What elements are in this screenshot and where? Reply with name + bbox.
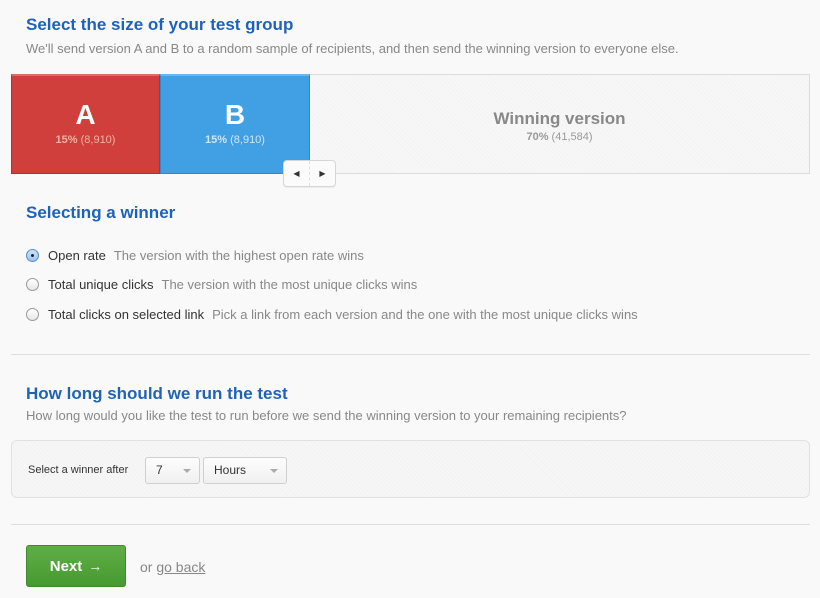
next-button[interactable]: Next → [26,545,126,587]
winning-version-size: 70% (41,584) [526,131,593,143]
option-description: The version with the highest open rate w… [113,248,364,263]
decrease-arrow-icon[interactable]: ◀ [284,161,310,186]
radio-button[interactable] [26,249,39,262]
version-b-size: 15% (8,910) [205,134,265,146]
duration-title: How long should we run the test [26,384,288,403]
test-group-split-bar: A 15% (8,910) B 15% (8,910) Winning vers… [11,74,810,174]
radio-button[interactable] [26,278,39,291]
duration-unit-select[interactable]: Hours [203,457,287,484]
winning-version-label: Winning version [493,109,626,128]
chevron-down-icon [183,469,191,473]
duration-amount-value: 7 [156,463,163,477]
option-description: Pick a link from each version and the on… [212,307,638,322]
test-group-title: Select the size of your test group [26,15,294,34]
arrow-right-icon: → [88,558,103,574]
duration-unit-value: Hours [214,463,247,477]
duration-amount-select[interactable]: 7 [145,457,200,484]
next-button-label: Next [49,557,83,575]
split-resize-handle[interactable]: ◀ ▶ [283,160,336,187]
selecting-winner-title: Selecting a winner [26,203,176,222]
winner-option-selected-link[interactable]: Total clicks on selected link Pick a lin… [26,307,638,322]
version-b-letter: B [224,99,246,130]
version-a-letter: A [75,99,96,130]
winning-version-segment: Winning version 70% (41,584) [310,75,809,173]
winner-option-open-rate[interactable]: Open rate The version with the highest o… [26,248,364,263]
version-a-segment: A 15% (8,910) [11,74,160,174]
option-label[interactable]: Total unique clicks [48,277,154,292]
version-b-segment: B 15% (8,910) [160,74,310,174]
footer-divider [11,524,810,525]
version-a-size: 15% (8,910) [55,134,116,146]
duration-subtitle: How long would you like the test to run … [26,408,627,423]
go-back-link[interactable]: go back [156,559,205,575]
increase-arrow-icon[interactable]: ▶ [310,161,335,186]
winner-option-unique-clicks[interactable]: Total unique clicks The version with the… [26,277,417,292]
section-divider [11,354,810,355]
duration-label: Select a winner after [28,464,129,476]
option-label[interactable]: Total clicks on selected link [48,307,204,322]
option-label[interactable]: Open rate [48,248,106,263]
test-group-subtitle: We'll send version A and B to a random s… [26,41,679,56]
radio-button[interactable] [26,308,39,321]
or-text: or [140,559,153,575]
option-description: The version with the most unique clicks … [161,277,418,292]
chevron-down-icon [270,469,278,473]
footer-alt-action: or go back [140,559,205,575]
duration-panel: Select a winner after 7 Hours [11,440,810,498]
